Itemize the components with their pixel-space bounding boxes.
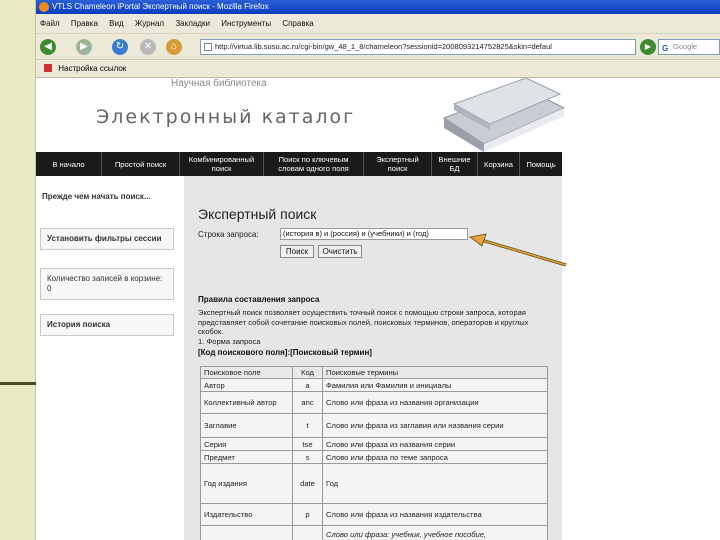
firefox-icon <box>39 2 49 12</box>
table-header-cell: Поисковое поле <box>200 366 293 379</box>
table-cell: Слово или фраза из названия издательства <box>322 503 548 526</box>
search-button[interactable]: Поиск <box>280 245 314 258</box>
stop-icon[interactable]: ✕ <box>140 39 156 55</box>
title-bar: VTLS Chameleon iPortal Экспертный поиск … <box>36 0 720 14</box>
table-cell: s <box>292 450 323 464</box>
table-cell: Слово или фраза из заглавия или названия… <box>322 413 548 438</box>
catalog-nav-bar: В начало Простой поиск Комбинированный п… <box>36 152 562 176</box>
table-cell: anc <box>292 391 323 414</box>
table-row: Заглавие t Слово или фраза из заглавия и… <box>200 413 548 438</box>
table-cell: Слово или фраза по теме запроса <box>322 450 548 464</box>
bookmark-icon <box>44 64 52 72</box>
table-cell: Фамилия или Фамилия и инициалы <box>322 378 548 392</box>
table-cell: Слово или фраза: учебник, учебное пособи… <box>322 525 548 540</box>
table-row: Коллективный автор anc Слово или фраза и… <box>200 391 548 414</box>
nav-tab-external-db[interactable]: Внешние БД <box>432 152 478 176</box>
table-cell <box>200 525 293 540</box>
table-cell: date <box>292 463 323 504</box>
menu-bar: Файл Правка Вид Журнал Закладки Инструме… <box>36 14 720 34</box>
menu-help[interactable]: Справка <box>282 19 313 28</box>
form-syntax: [Код поискового поля]:[Поисковый термин] <box>198 348 372 357</box>
table-row: Издательство p Слово или фраза из назван… <box>200 503 548 526</box>
table-row: Слово или фраза: учебник, учебное пособи… <box>200 525 548 540</box>
nav-tab-home[interactable]: В начало <box>36 152 102 176</box>
nav-tab-basket[interactable]: Корзина <box>478 152 520 176</box>
slide-left-band <box>0 0 36 540</box>
bookmark-item[interactable]: Настройка ссылок <box>58 64 126 73</box>
go-icon[interactable]: ▶ <box>640 39 656 55</box>
table-cell: tse <box>292 437 323 451</box>
nav-tab-keyword-search[interactable]: Поиск по ключевым словам одного поля <box>264 152 364 176</box>
search-fields-table: Поисковое поле Код Поисковые термины Авт… <box>200 366 548 540</box>
nav-tab-simple-search[interactable]: Простой поиск <box>102 152 180 176</box>
clear-button[interactable]: Очистить <box>318 245 362 258</box>
menu-file[interactable]: Файл <box>40 19 60 28</box>
table-header-cell: Код <box>292 366 323 379</box>
menu-bookmarks[interactable]: Закладки <box>175 19 210 28</box>
catalog-title: Электронный каталог <box>96 106 356 128</box>
nav-tab-expert-search[interactable]: Экспертный поиск <box>364 152 432 176</box>
table-cell: Издательство <box>200 503 293 526</box>
table-cell: Автор <box>200 378 293 392</box>
table-header-cell: Поисковые термины <box>322 366 548 379</box>
table-cell: Заглавие <box>200 413 293 438</box>
table-cell: Слово или фраза из названия серии <box>322 437 548 451</box>
reload-icon[interactable]: ↻ <box>112 39 128 55</box>
nav-tab-combined-search[interactable]: Комбинированный поиск <box>180 152 264 176</box>
table-cell: Год издания <box>200 463 293 504</box>
search-placeholder: Google <box>673 42 698 51</box>
page-icon <box>204 43 212 51</box>
sidebar-intro-link[interactable]: Прежде чем начать поиск... <box>42 192 174 202</box>
slide-divider-line <box>0 382 38 385</box>
web-page: Научная библиотека Электронный каталог В… <box>36 78 720 540</box>
table-cell: Год <box>322 463 548 504</box>
query-input[interactable]: (история в) и (россия) и (учебники) и (г… <box>280 228 468 240</box>
table-row: Автор a Фамилия или Фамилия и инициалы <box>200 378 548 392</box>
menu-view[interactable]: Вид <box>109 19 123 28</box>
book-logo-icon <box>442 78 566 152</box>
home-icon[interactable]: ⌂ <box>166 39 182 55</box>
rules-heading: Правила составления запроса <box>198 295 320 304</box>
search-box[interactable]: G Google <box>658 39 720 55</box>
table-row: Серия tse Слово или фраза из названия се… <box>200 437 548 451</box>
menu-history[interactable]: Журнал <box>135 19 164 28</box>
query-label: Строка запроса: <box>198 230 259 239</box>
sidebar: Прежде чем начать поиск... Установить фи… <box>36 176 184 540</box>
menu-tools[interactable]: Инструменты <box>221 19 271 28</box>
table-header-row: Поисковое поле Код Поисковые термины <box>200 366 548 379</box>
sidebar-filters-link[interactable]: Установить фильтры сессии <box>40 228 174 250</box>
table-cell: Предмет <box>200 450 293 464</box>
main-content: Экспертный поиск Строка запроса: (истори… <box>184 176 562 540</box>
table-cell: a <box>292 378 323 392</box>
library-caption: Научная библиотека <box>171 78 267 89</box>
form-section-heading: 1. Форма запроса <box>198 337 261 346</box>
window-title: VTLS Chameleon iPortal Экспертный поиск … <box>52 2 269 11</box>
menu-edit[interactable]: Правка <box>71 19 98 28</box>
google-icon: G <box>662 44 669 53</box>
table-row: Год издания date Год <box>200 463 548 504</box>
bookmarks-toolbar: Настройка ссылок <box>36 60 720 78</box>
table-cell: Серия <box>200 437 293 451</box>
back-arrow-icon[interactable]: ◀ <box>40 39 56 55</box>
nav-tab-help[interactable]: Помощь <box>520 152 562 176</box>
sidebar-history-link[interactable]: История поиска <box>40 314 174 336</box>
navigation-toolbar: ◀ ▶ ↻ ✕ ⌂ http://virtua.lib.susu.ac.ru/c… <box>36 34 720 60</box>
table-cell: p <box>292 503 323 526</box>
page-title: Экспертный поиск <box>198 206 317 222</box>
sidebar-basket-count: Количество записей в корзине: 0 <box>40 268 174 300</box>
table-cell: t <box>292 413 323 438</box>
forward-arrow-icon[interactable]: ▶ <box>76 39 92 55</box>
address-bar[interactable]: http://virtua.lib.susu.ac.ru/cgi-bin/gw_… <box>200 39 636 55</box>
table-row: Предмет s Слово или фраза по теме запрос… <box>200 450 548 464</box>
table-cell: Коллективный автор <box>200 391 293 414</box>
rules-text: Экспертный поиск позволяет осуществить т… <box>198 308 529 336</box>
browser-window: VTLS Chameleon iPortal Экспертный поиск … <box>36 0 720 540</box>
address-url: http://virtua.lib.susu.ac.ru/cgi-bin/gw_… <box>215 42 552 51</box>
table-cell <box>292 525 323 540</box>
table-cell: Слово или фраза из названия организации <box>322 391 548 414</box>
